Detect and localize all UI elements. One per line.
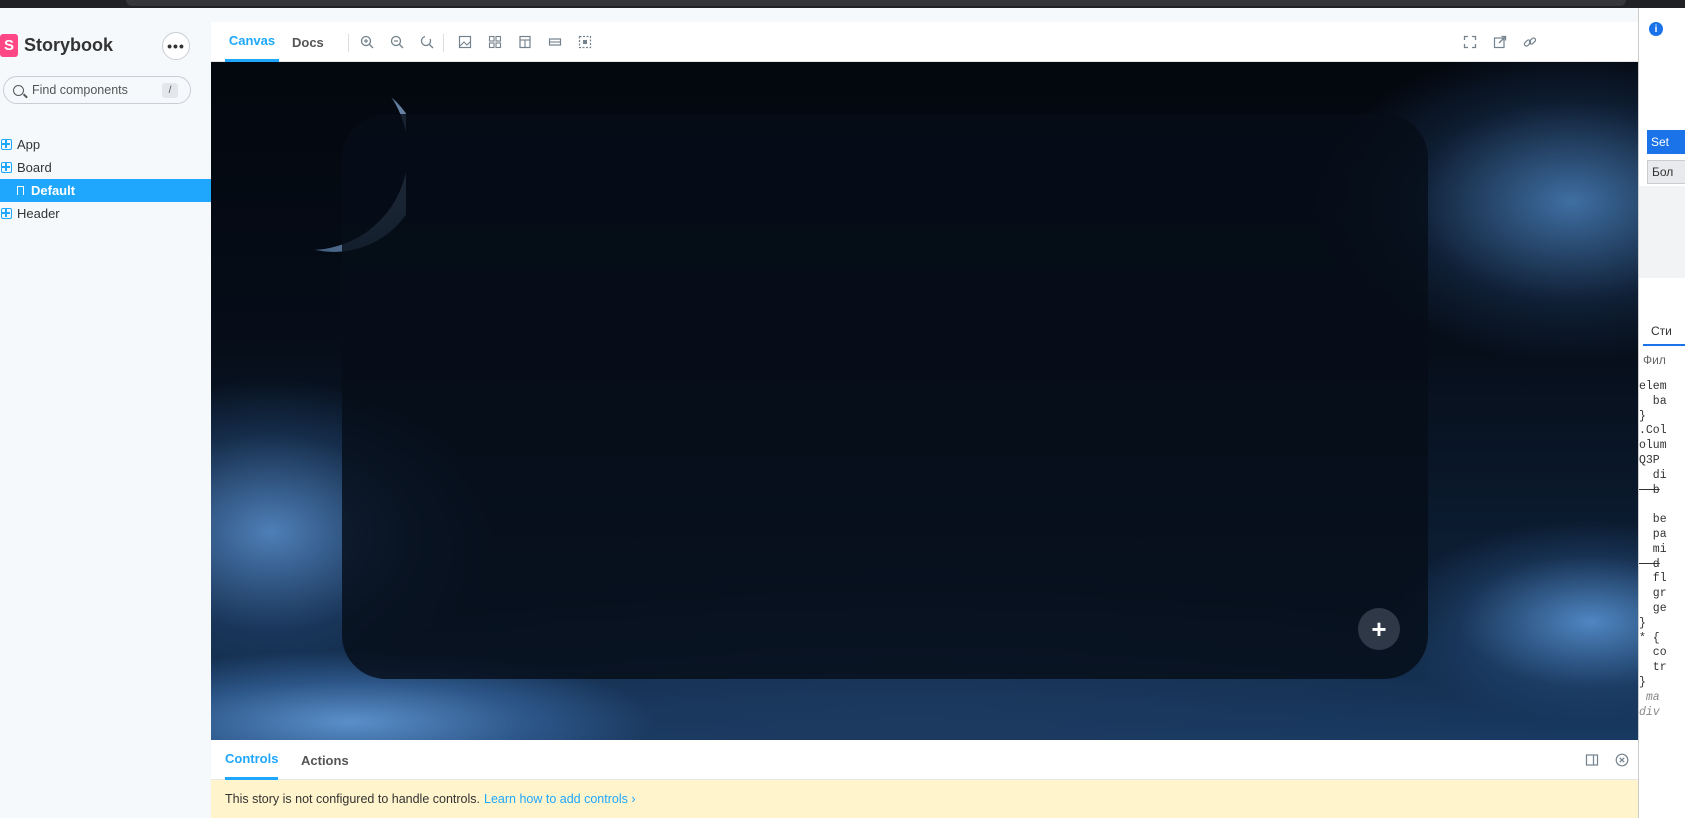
code-line: di bbox=[1639, 468, 1667, 482]
copy-link-icon[interactable] bbox=[1522, 34, 1538, 50]
code-line: d bbox=[1639, 557, 1660, 571]
open-new-tab-icon[interactable] bbox=[1492, 34, 1508, 50]
search-input[interactable] bbox=[32, 83, 162, 97]
search-icon bbox=[13, 84, 24, 96]
devtools-primary-button[interactable]: Set bbox=[1647, 130, 1685, 154]
tree-item-label: App bbox=[17, 137, 41, 152]
code-line: co bbox=[1639, 646, 1667, 660]
notice-text: This story is not configured to handle c… bbox=[225, 792, 480, 806]
zoom-out-icon[interactable] bbox=[389, 34, 405, 50]
background-image-icon[interactable] bbox=[457, 34, 473, 50]
code-line: tr bbox=[1639, 661, 1667, 675]
controls-notice: This story is not configured to handle c… bbox=[211, 780, 1638, 818]
preview-toolbar: Canvas Docs bbox=[211, 22, 1638, 62]
search-shortcut-key: / bbox=[162, 83, 178, 98]
devtools-styles-tab[interactable]: Сти bbox=[1643, 318, 1685, 346]
devtools-styles-code: elem ba } .Col olum Q3P di b be pa mi d … bbox=[1639, 380, 1685, 720]
addons-tab-bar: Controls Actions bbox=[211, 740, 1638, 780]
code-line: olum bbox=[1639, 439, 1667, 453]
fullscreen-icon[interactable] bbox=[1462, 34, 1478, 50]
code-line: ge bbox=[1639, 601, 1667, 615]
addons-panel: Controls Actions This story is not confi… bbox=[211, 740, 1638, 818]
preview-pane: Canvas Docs + Controls Actions This stor… bbox=[211, 22, 1638, 818]
story-canvas: + bbox=[211, 62, 1638, 740]
component-icon bbox=[1, 139, 12, 150]
search-box[interactable]: / bbox=[3, 76, 191, 104]
board-panel: + bbox=[342, 114, 1428, 679]
component-icon bbox=[1, 208, 12, 219]
code-line: } bbox=[1639, 409, 1646, 423]
zoom-reset-icon[interactable] bbox=[419, 34, 435, 50]
tree-item-board[interactable]: Board bbox=[0, 156, 211, 179]
component-icon bbox=[1, 162, 12, 173]
component-tree: App Board Default Header bbox=[0, 133, 211, 225]
zoom-in-icon[interactable] bbox=[359, 34, 375, 50]
code-line: } bbox=[1639, 675, 1646, 689]
code-line: elem bbox=[1639, 380, 1667, 393]
brand[interactable]: S Storybook bbox=[0, 34, 113, 57]
tab-docs[interactable]: Docs bbox=[292, 22, 324, 62]
tab-controls[interactable]: Controls bbox=[225, 740, 279, 780]
sidebar: S Storybook ••• / App Board Default Head… bbox=[0, 8, 211, 818]
tree-item-label: Board bbox=[17, 160, 52, 175]
code-line: Q3P bbox=[1639, 453, 1660, 467]
code-line: * { bbox=[1639, 631, 1660, 645]
toolbar-divider bbox=[348, 34, 349, 52]
toolbar-divider bbox=[443, 34, 444, 52]
tree-item-default-story[interactable]: Default bbox=[0, 179, 211, 202]
code-line: gr bbox=[1639, 587, 1667, 601]
devtools-panel: i Set Бол Сти Фил elem ba } .Col olum Q3… bbox=[1638, 8, 1685, 818]
code-line: fl bbox=[1639, 572, 1667, 586]
code-line: b bbox=[1639, 483, 1660, 497]
devtools-banner: i Set Бол bbox=[1639, 8, 1685, 184]
panel-orientation-icon[interactable] bbox=[1584, 752, 1600, 768]
code-line: pa bbox=[1639, 527, 1667, 541]
outline-icon[interactable] bbox=[577, 34, 593, 50]
code-line: .Col bbox=[1639, 424, 1667, 438]
tree-item-label: Header bbox=[17, 206, 60, 221]
browser-top-strip bbox=[0, 0, 1685, 8]
info-icon: i bbox=[1649, 22, 1663, 36]
code-line: be bbox=[1639, 513, 1667, 527]
tab-actions[interactable]: Actions bbox=[301, 740, 349, 780]
code-line: ba bbox=[1639, 394, 1667, 408]
tab-canvas[interactable]: Canvas bbox=[225, 22, 279, 62]
code-line: } bbox=[1639, 616, 1646, 630]
tree-item-label: Default bbox=[31, 183, 76, 198]
tree-item-app[interactable]: App bbox=[0, 133, 211, 156]
grid-icon[interactable] bbox=[487, 34, 503, 50]
tree-item-header[interactable]: Header bbox=[0, 202, 211, 225]
code-line: mi bbox=[1639, 542, 1667, 556]
browser-tab-edge bbox=[126, 0, 1626, 6]
bookmark-icon bbox=[17, 186, 24, 195]
devtools-filter[interactable]: Фил bbox=[1643, 353, 1666, 367]
brand-name: Storybook bbox=[24, 35, 114, 55]
add-column-button[interactable]: + bbox=[1358, 608, 1400, 650]
close-panel-icon[interactable] bbox=[1614, 752, 1630, 768]
devtools-secondary-button[interactable]: Бол bbox=[1647, 160, 1685, 184]
devtools-toolbar-area bbox=[1639, 186, 1685, 278]
measure-icon[interactable] bbox=[547, 34, 563, 50]
learn-controls-link[interactable]: Learn how to add controls › bbox=[484, 792, 635, 806]
more-options-button[interactable]: ••• bbox=[162, 32, 190, 60]
code-line: div bbox=[1639, 705, 1660, 719]
storybook-logo-icon: S bbox=[0, 34, 18, 57]
code-line: ma bbox=[1639, 690, 1660, 704]
viewport-icon[interactable] bbox=[517, 34, 533, 50]
